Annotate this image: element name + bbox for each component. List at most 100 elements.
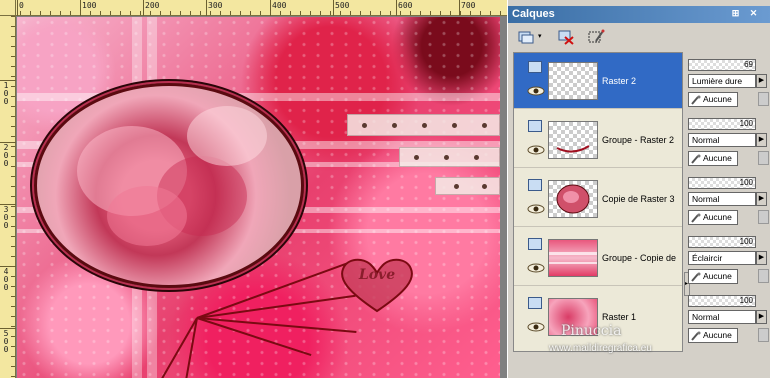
link-mode-field[interactable]: Aucune [688,210,738,225]
group-layer-icon [528,238,542,250]
opacity-value: 100 [739,296,753,305]
ruler-label: 500 [335,1,350,10]
delete-layer-button[interactable] [554,27,576,47]
link-mode-label: Aucune [703,330,732,340]
dropdown-arrow-icon[interactable]: ▾ [538,32,542,40]
visibility-eye-icon[interactable] [526,144,546,156]
heart-icon [341,258,413,313]
decorative-bar [347,114,500,136]
raster-layer-icon [528,61,542,73]
raster-layer-icon [528,179,542,191]
link-mode-label: Aucune [703,271,732,281]
layer-thumbnail [548,121,598,159]
vertical-ruler: 1 0 0 2 0 0 3 0 0 4 0 0 5 0 0 [0,16,16,378]
layer-properties-row: 69 Lumière dure ▶ Aucune [686,56,770,114]
ruler-label: 400 [272,1,287,10]
ruler-label: 700 [461,1,476,10]
layer-row[interactable]: Groupe - Raster 2 [514,112,682,168]
rose-oval-frame [34,83,304,288]
blend-mode-select[interactable]: Lumière dure [688,74,756,88]
ruler-label: 100 [82,1,97,10]
ruler-label: 200 [145,1,160,10]
ruler-label: 300 [208,1,223,10]
layer-row[interactable]: Copie de Raster 3 [514,171,682,227]
palette-title: Calques [512,8,555,20]
layer-thumbnail [548,62,598,100]
layer-thumbnail [548,239,598,277]
opacity-slider[interactable]: 100 [688,236,756,248]
watermark-name: Pinuccia [561,323,622,339]
layer-list[interactable]: Raster 2 Groupe - Raster 2 Copie de Rast… [513,52,683,352]
layers-palette: Calques ⊞ ✕ ▾ Raster 2 Groupe - Raster 2… [507,0,770,378]
link-mode-field[interactable]: Aucune [688,328,738,343]
link-mode-field[interactable]: Aucune [688,151,738,166]
layer-name: Groupe - Raster 2 [602,135,675,145]
layer-properties-row: 100 Normal ▶ Aucune [686,292,770,350]
palette-title-bar[interactable]: Calques ⊞ ✕ [508,6,770,23]
layer-name: Raster 2 [602,76,637,86]
opacity-slider[interactable]: 69 [688,59,756,71]
decorative-bar [399,147,500,167]
brush-icon [691,272,701,282]
edit-selection-icon [588,29,605,43]
visibility-eye-icon[interactable] [526,262,546,274]
lock-icon[interactable] [758,92,769,106]
layer-properties-row: 100 Normal ▶ Aucune [686,115,770,173]
blend-dropdown-arrow-icon[interactable]: ▶ [756,310,767,324]
lock-icon[interactable] [758,210,769,224]
delete-layer-icon [558,30,574,45]
visibility-eye-icon[interactable] [526,85,546,97]
canvas-image[interactable]: Love [17,17,500,378]
blend-mode-select[interactable]: Normal [688,310,756,324]
horizontal-ruler: 0 100 200 300 400 500 600 700 [0,0,507,16]
link-mode-field[interactable]: Aucune [688,92,738,107]
layer-row[interactable]: Groupe - Copie de [514,230,682,286]
layer-name: Raster 1 [602,312,637,322]
palette-toolbar: ▾ [508,26,770,48]
visibility-eye-icon[interactable] [526,321,546,333]
new-layer-icon [518,31,534,44]
lock-icon[interactable] [758,151,769,165]
new-layer-button[interactable] [514,27,536,47]
link-mode-field[interactable]: Aucune [688,269,738,284]
ruler-label: 0 [19,1,24,10]
ruler-label: 3 0 0 [3,205,9,230]
canvas-area[interactable]: 0 100 200 300 400 500 600 700 1 0 0 2 0 … [0,0,507,378]
blend-dropdown-arrow-icon[interactable]: ▶ [756,192,767,206]
pin-icon[interactable]: ⊞ [730,8,741,19]
ruler-label: 600 [398,1,413,10]
layer-name: Groupe - Copie de [602,253,677,263]
layer-thumbnail [548,180,598,218]
blend-dropdown-arrow-icon[interactable]: ▶ [756,251,767,265]
layer-name: Copie de Raster 3 [602,194,675,204]
ruler-label: 1 0 0 [3,81,9,106]
lock-icon[interactable] [758,328,769,342]
layer-row[interactable]: Raster 2 [514,53,682,109]
layer-properties: 69 Lumière dure ▶ Aucune 100 Normal ▶ Au… [686,52,770,352]
visibility-eye-icon[interactable] [526,203,546,215]
opacity-slider[interactable]: 100 [688,295,756,307]
blend-mode-select[interactable]: Éclaircir [688,251,756,265]
layer-properties-row: 100 Éclaircir ▶ Aucune [686,233,770,291]
ruler-label: 4 0 0 [3,267,9,292]
decorative-bar [435,177,500,195]
blend-mode-select[interactable]: Normal [688,192,756,206]
blend-dropdown-arrow-icon[interactable]: ▶ [756,133,767,147]
group-layer-icon [528,120,542,132]
raster-layer-icon [528,297,542,309]
opacity-slider[interactable]: 100 [688,177,756,189]
watermark-url: www.maildiregrafica.eu [549,343,652,354]
heart-label: Love [358,267,396,283]
lock-icon[interactable] [758,269,769,283]
link-mode-label: Aucune [703,153,732,163]
brush-icon [691,154,701,164]
link-mode-label: Aucune [703,212,732,222]
opacity-slider[interactable]: 100 [688,118,756,130]
brush-icon [691,331,701,341]
ruler-corner [0,0,16,16]
blend-dropdown-arrow-icon[interactable]: ▶ [756,74,767,88]
blend-mode-select[interactable]: Normal [688,133,756,147]
close-icon[interactable]: ✕ [748,8,759,19]
edit-selection-button[interactable] [584,27,606,47]
ruler-label: 2 0 0 [3,143,9,168]
